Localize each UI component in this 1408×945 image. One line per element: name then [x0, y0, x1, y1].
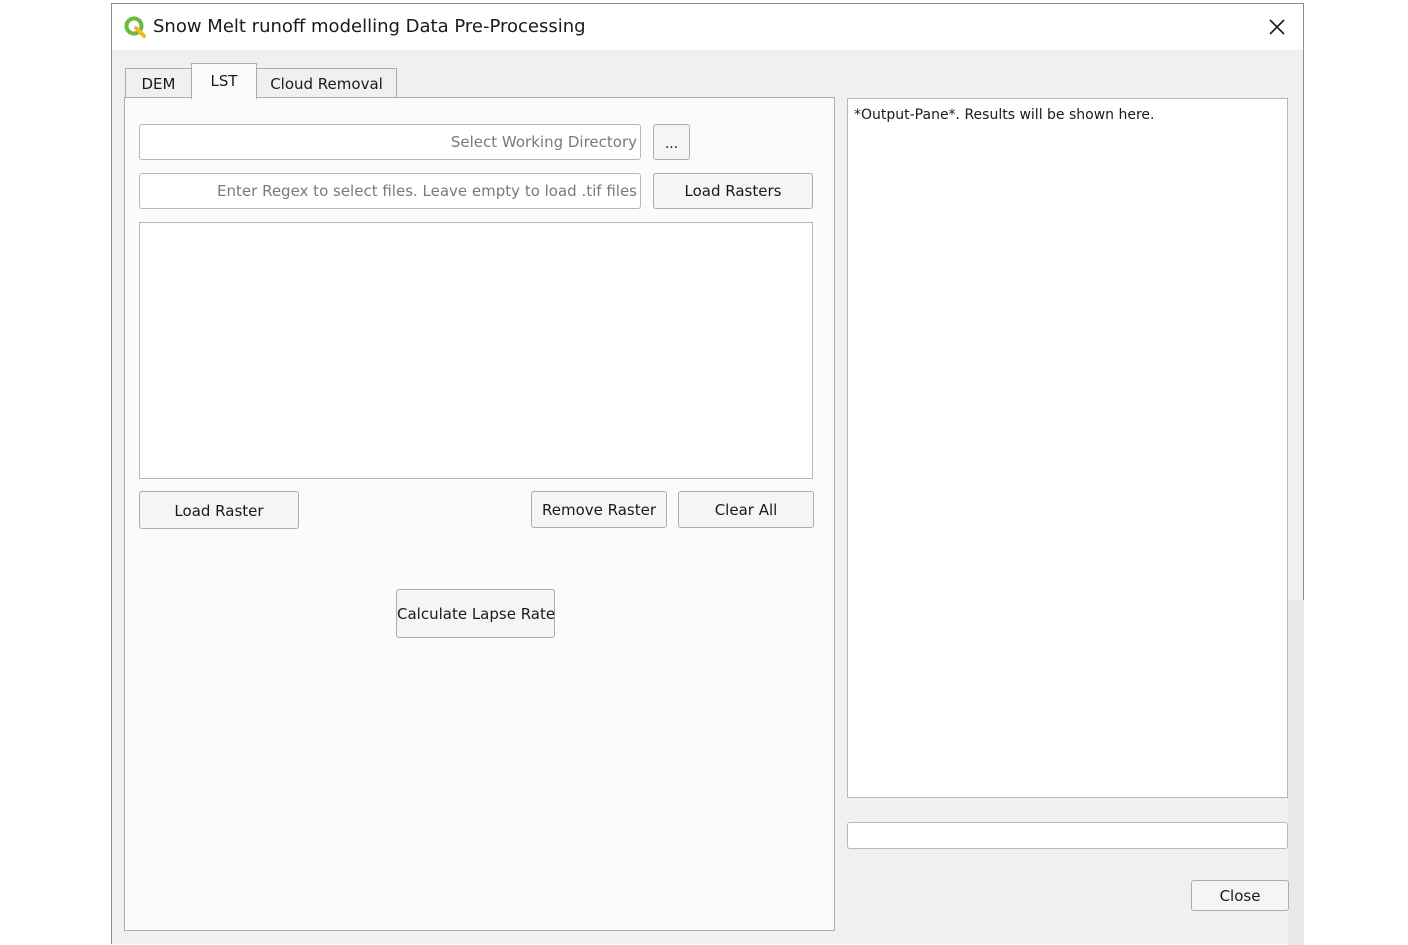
tab-cloud-removal-label: Cloud Removal — [270, 75, 383, 93]
dialog-window: Snow Melt runoff modelling Data Pre-Proc… — [111, 3, 1304, 945]
progress-bar — [847, 822, 1288, 849]
close-button[interactable]: Close — [1191, 880, 1289, 911]
scrollbar-track[interactable] — [1288, 600, 1304, 945]
output-pane[interactable]: *Output-Pane*. Results will be shown her… — [847, 98, 1288, 798]
raster-list[interactable] — [139, 222, 813, 479]
tab-cloud-removal[interactable]: Cloud Removal — [256, 68, 397, 98]
tab-dem[interactable]: DEM — [125, 68, 192, 98]
load-rasters-button[interactable]: Load Rasters — [653, 173, 813, 209]
clear-all-button[interactable]: Clear All — [678, 491, 814, 528]
qgis-logo-icon — [124, 16, 146, 38]
output-text: *Output-Pane*. Results will be shown her… — [854, 107, 1155, 123]
calculate-lapse-rate-button[interactable]: Calculate Lapse Rate — [396, 589, 555, 638]
window-title: Snow Melt runoff modelling Data Pre-Proc… — [153, 16, 586, 37]
tab-lst[interactable]: LST — [191, 63, 257, 99]
regex-field[interactable]: Enter Regex to select files. Leave empty… — [139, 173, 641, 209]
remove-raster-button[interactable]: Remove Raster — [531, 491, 667, 528]
close-icon[interactable] — [1265, 15, 1289, 39]
working-directory-field[interactable]: Select Working Directory — [139, 124, 641, 160]
tab-dem-label: DEM — [141, 75, 176, 93]
browse-button[interactable]: ... — [653, 124, 690, 160]
title-bar: Snow Melt runoff modelling Data Pre-Proc… — [112, 4, 1303, 50]
tab-lst-label: LST — [210, 72, 238, 90]
load-raster-button[interactable]: Load Raster — [139, 491, 299, 529]
lst-tab-panel: Select Working Directory ... Enter Regex… — [124, 97, 835, 931]
